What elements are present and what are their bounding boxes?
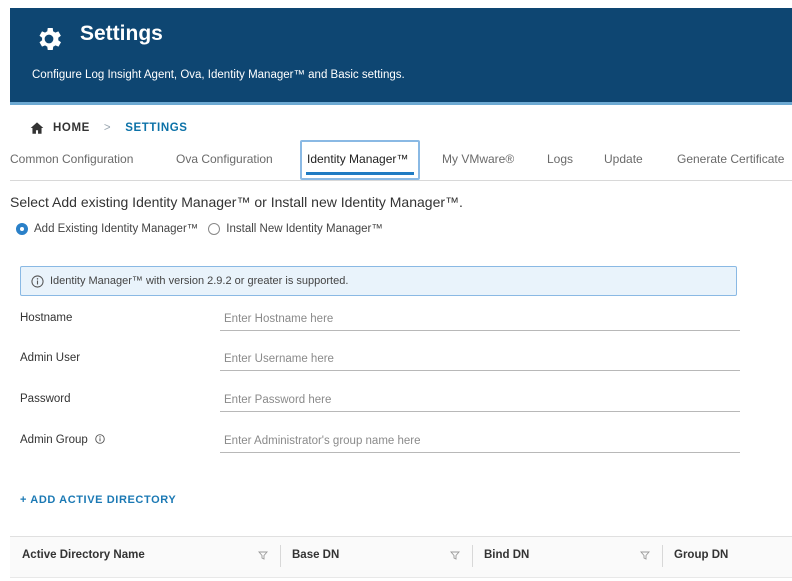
tab-logs[interactable]: Logs bbox=[547, 140, 573, 178]
breadcrumb-current: SETTINGS bbox=[125, 122, 188, 134]
info-icon bbox=[31, 274, 44, 288]
info-banner: Identity Manager™ with version 2.9.2 or … bbox=[20, 266, 737, 296]
directory-table-header: Active Directory Name Base DN Bind DN Gr… bbox=[10, 536, 792, 578]
tab-update[interactable]: Update bbox=[604, 140, 643, 178]
radio-add-existing-label[interactable]: Add Existing Identity Manager™ bbox=[34, 223, 198, 235]
radio-install-new-label[interactable]: Install New Identity Manager™ bbox=[226, 223, 383, 235]
hostname-row: Hostname bbox=[20, 308, 740, 336]
column-divider bbox=[472, 545, 473, 567]
tab-ova-configuration[interactable]: Ova Configuration bbox=[176, 140, 273, 178]
filter-icon[interactable] bbox=[640, 550, 650, 560]
tab-my-vmware[interactable]: My VMware® bbox=[442, 140, 514, 178]
info-icon[interactable] bbox=[95, 434, 105, 444]
page-title: Settings bbox=[80, 22, 163, 45]
tab-generate-certificate[interactable]: Generate Certificate bbox=[677, 140, 784, 178]
info-message: Identity Manager™ with version 2.9.2 or … bbox=[50, 275, 349, 287]
admin-group-row: Admin Group bbox=[20, 430, 740, 458]
settings-tabs: Common Configuration Ova Configuration I… bbox=[10, 140, 792, 181]
header-divider bbox=[10, 102, 792, 105]
active-tab-indicator bbox=[306, 172, 414, 175]
breadcrumb: HOME > SETTINGS bbox=[30, 118, 188, 138]
breadcrumb-home[interactable]: HOME bbox=[53, 122, 90, 134]
column-header-bind-dn[interactable]: Bind DN bbox=[484, 549, 529, 561]
radio-add-existing[interactable] bbox=[16, 223, 28, 235]
hostname-input[interactable] bbox=[220, 308, 740, 331]
column-header-active-directory-name[interactable]: Active Directory Name bbox=[22, 549, 145, 561]
admin-group-label: Admin Group bbox=[20, 434, 88, 446]
filter-icon[interactable] bbox=[258, 550, 268, 560]
column-header-group-dn[interactable]: Group DN bbox=[674, 549, 728, 561]
admin-user-label: Admin User bbox=[20, 352, 81, 364]
settings-page: Settings Configure Log Insight Agent, Ov… bbox=[10, 8, 792, 581]
gear-icon bbox=[39, 28, 61, 50]
password-label: Password bbox=[20, 393, 71, 405]
home-icon[interactable] bbox=[30, 121, 44, 135]
password-row: Password bbox=[20, 389, 740, 417]
add-active-directory-button[interactable]: + ADD ACTIVE DIRECTORY bbox=[20, 494, 176, 506]
page-subtitle: Configure Log Insight Agent, Ova, Identi… bbox=[32, 69, 405, 81]
breadcrumb-separator: > bbox=[103, 122, 112, 134]
tab-common-configuration[interactable]: Common Configuration bbox=[10, 140, 133, 178]
install-mode-options: Add Existing Identity Manager™ Install N… bbox=[16, 223, 393, 235]
column-divider bbox=[662, 545, 663, 567]
admin-group-label-wrap: Admin Group bbox=[20, 434, 105, 446]
admin-user-input[interactable] bbox=[220, 348, 740, 371]
page-header: Settings Configure Log Insight Agent, Ov… bbox=[10, 8, 792, 102]
password-input[interactable] bbox=[220, 389, 740, 412]
column-header-base-dn[interactable]: Base DN bbox=[292, 549, 339, 561]
hostname-label: Hostname bbox=[20, 312, 73, 324]
radio-install-new[interactable] bbox=[208, 223, 221, 235]
instruction-text: Select Add existing Identity Manager™ or… bbox=[10, 194, 463, 210]
column-divider bbox=[280, 545, 281, 567]
filter-icon[interactable] bbox=[450, 550, 460, 560]
admin-user-row: Admin User bbox=[20, 348, 740, 376]
admin-group-input[interactable] bbox=[220, 430, 740, 453]
